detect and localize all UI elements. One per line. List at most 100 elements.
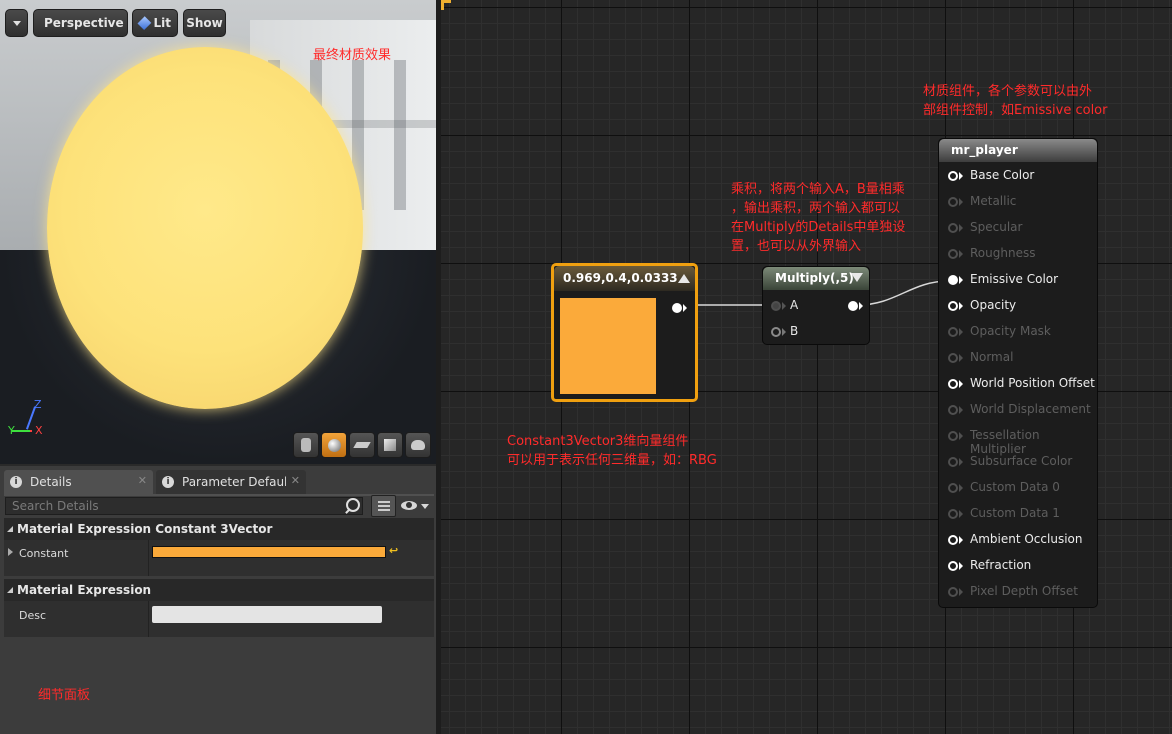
chevron-down-icon	[12, 20, 21, 26]
input-arrow-icon	[959, 354, 963, 362]
details-annotation: 细节面板	[38, 688, 91, 703]
constant-color-swatch[interactable]	[152, 546, 386, 558]
annotation-line: 可以用于表示任何三维量，如：RBG	[507, 453, 717, 468]
output-arrow-icon	[683, 304, 687, 312]
visibility-dropdown[interactable]	[400, 497, 432, 515]
close-icon[interactable]: ✕	[291, 474, 300, 487]
material-input-refraction-pin[interactable]	[948, 561, 958, 571]
annotation-line: 部组件控制，如Emissive color	[923, 103, 1108, 118]
close-icon[interactable]: ✕	[138, 474, 147, 487]
constant-label: Constant	[19, 547, 69, 560]
material-input-custom-data-1-pin[interactable]	[948, 509, 958, 519]
tab-details[interactable]: i Details ✕	[4, 470, 153, 494]
constant-node-title-bar[interactable]: 0.969,0.4,0.0333	[554, 266, 695, 291]
input-arrow-icon	[959, 224, 963, 232]
axis-z-label: Z	[34, 398, 42, 411]
section-material-expression[interactable]: Material Expression	[4, 579, 434, 601]
constant-node-title: 0.969,0.4,0.0333	[563, 271, 678, 285]
collapse-triangle-icon[interactable]	[678, 274, 690, 283]
material-input-pixel-depth-offset-label: Pixel Depth Offset	[970, 584, 1078, 598]
material-input-roughness-label: Roughness	[970, 246, 1036, 260]
section-constant3vector-title: Material Expression Constant 3Vector	[17, 522, 273, 536]
preview-plane-button[interactable]	[349, 432, 375, 458]
section-constant3vector[interactable]: Material Expression Constant 3Vector	[4, 518, 434, 540]
material-input-custom-data-0-label: Custom Data 0	[970, 480, 1060, 494]
constant3vector-node[interactable]: 0.969,0.4,0.0333	[551, 263, 698, 402]
input-arrow-icon	[959, 562, 963, 570]
details-panel: i Details ✕ i Parameter Defaults ✕ Searc…	[0, 466, 436, 734]
material-input-base-color-label: Base Color	[970, 168, 1035, 182]
property-row-constant: Constant ↩	[4, 540, 434, 576]
preview-cube-button[interactable]	[377, 432, 403, 458]
cylinder-icon	[301, 438, 311, 452]
material-graph[interactable]: 材质组件，各个参数可以由外 部组件控制，如Emissive color 乘积，将…	[441, 0, 1172, 734]
constant-output-pin[interactable]	[672, 303, 682, 313]
multiply-annotation: 乘积，将两个输入A，B量相乘 ，输出乘积，两个输入都可以 在Multiply的D…	[731, 180, 905, 256]
multiply-output-pin[interactable]	[848, 301, 858, 311]
material-input-opacity-mask-label: Opacity Mask	[970, 324, 1051, 338]
desc-label: Desc	[19, 609, 47, 622]
reset-to-default-icon[interactable]: ↩	[389, 544, 398, 557]
multiply-node[interactable]: Multiply(,5) A B	[762, 266, 870, 345]
input-arrow-icon	[959, 172, 963, 180]
collapse-triangle-icon[interactable]	[851, 273, 863, 282]
perspective-label: Perspective	[44, 16, 124, 30]
annotation-line: ，输出乘积，两个输入都可以	[731, 201, 901, 216]
desc-input[interactable]	[152, 606, 382, 623]
chevron-down-icon	[421, 504, 429, 509]
annotation-line: 在Multiply的Details中单独设	[731, 220, 906, 235]
constant-annotation: Constant3Vector3维向量组件 可以用于表示任何三维量，如：RBG	[507, 432, 717, 470]
viewport-menu-button[interactable]	[5, 9, 28, 37]
input-arrow-icon	[959, 458, 963, 466]
material-input-custom-data-0-pin[interactable]	[948, 483, 958, 493]
material-input-refraction-label: Refraction	[970, 558, 1032, 572]
input-arrow-icon	[959, 302, 963, 310]
material-input-ambient-occlusion-pin[interactable]	[948, 535, 958, 545]
material-input-opacity-pin[interactable]	[948, 301, 958, 311]
material-input-emissive-color-pin[interactable]	[948, 275, 958, 285]
material-input-roughness-pin[interactable]	[948, 249, 958, 259]
tab-underline	[4, 494, 434, 496]
material-input-pixel-depth-offset-pin[interactable]	[948, 587, 958, 597]
lit-button[interactable]: Lit	[132, 9, 178, 37]
material-input-metallic-label: Metallic	[970, 194, 1017, 208]
expand-arrow-icon[interactable]	[8, 548, 13, 556]
search-details-input[interactable]: Search Details	[5, 497, 363, 515]
input-arrow-icon	[782, 328, 786, 336]
material-input-normal-label: Normal	[970, 350, 1014, 364]
tab-parameter-defaults[interactable]: i Parameter Defaults ✕	[156, 470, 306, 494]
input-arrow-icon	[959, 406, 963, 414]
material-input-opacity-mask-pin[interactable]	[948, 327, 958, 337]
material-input-opacity-label: Opacity	[970, 298, 1017, 312]
material-annotation: 材质组件，各个参数可以由外 部组件控制，如Emissive color	[923, 82, 1107, 120]
input-arrow-icon	[959, 432, 963, 440]
annotation-line: 乘积，将两个输入A，B量相乘	[731, 182, 905, 197]
material-input-subsurface-color-pin[interactable]	[948, 457, 958, 467]
preview-mesh-button[interactable]	[405, 432, 431, 458]
perspective-button[interactable]: Perspective	[33, 9, 128, 37]
input-arrow-icon	[959, 276, 963, 284]
view-options-list-button[interactable]	[371, 495, 396, 517]
column-divider	[148, 540, 149, 576]
show-button[interactable]: Show	[183, 9, 226, 37]
axis-x-label: X	[35, 424, 43, 437]
material-input-normal-pin[interactable]	[948, 353, 958, 363]
multiply-input-b-pin[interactable]	[771, 327, 781, 337]
material-preview-viewport[interactable]: Perspective Lit Show 最终材质效果 Z Y X	[0, 0, 437, 464]
constant-color-preview	[560, 298, 656, 394]
material-input-tessellation-multiplier-pin[interactable]	[948, 431, 958, 441]
multiply-input-a-pin[interactable]	[771, 301, 781, 311]
preview-sphere-button[interactable]	[321, 432, 347, 458]
teapot-icon	[411, 440, 425, 450]
preview-cylinder-button[interactable]	[293, 432, 319, 458]
axis-gizmo: Z Y X	[8, 398, 48, 437]
material-result-node[interactable]: mr_player Base Color Metallic Specular Roug…	[938, 138, 1098, 608]
material-input-metallic-pin[interactable]	[948, 197, 958, 207]
material-input-world-displacement-pin[interactable]	[948, 405, 958, 415]
material-node-title-bar[interactable]: mr_player	[939, 139, 1097, 162]
input-b-label: B	[790, 324, 799, 338]
material-node-title: mr_player	[951, 143, 1018, 157]
material-input-base-color-pin[interactable]	[948, 171, 958, 181]
material-input-world-position-offset-pin[interactable]	[948, 379, 958, 389]
material-input-specular-pin[interactable]	[948, 223, 958, 233]
